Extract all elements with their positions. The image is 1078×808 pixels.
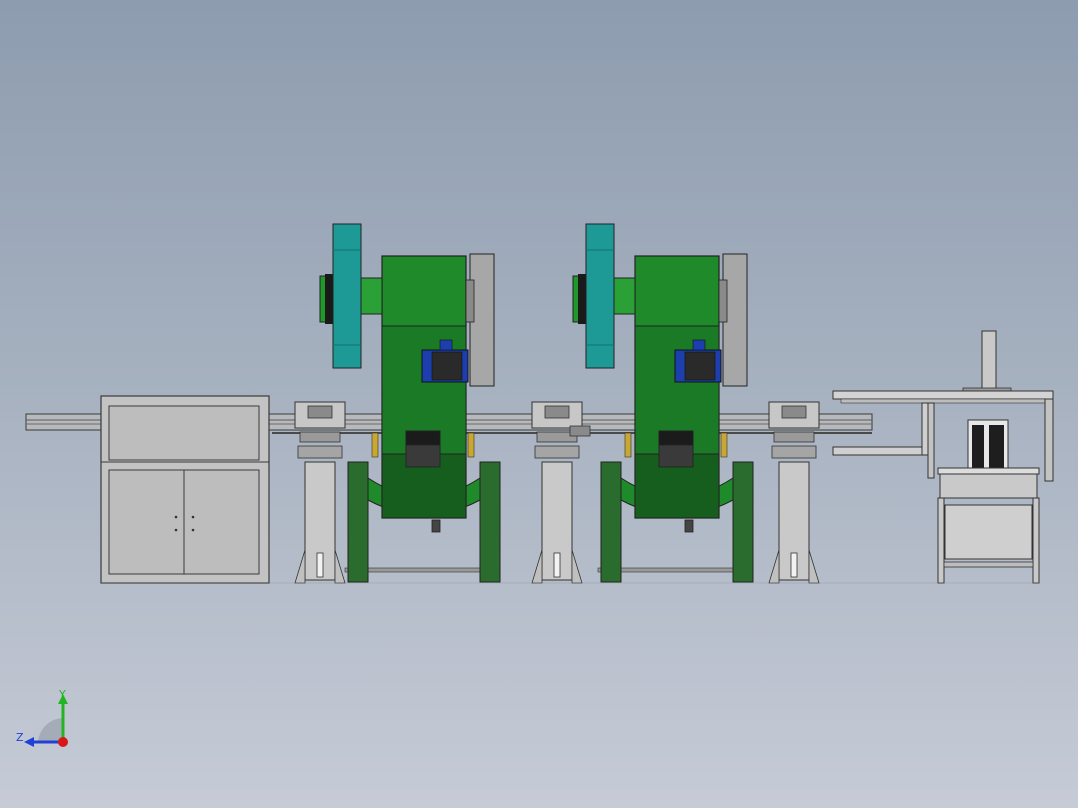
punch-press-2[interactable] [572, 223, 754, 583]
assembly-model[interactable] [0, 0, 1078, 808]
triad-y-label: Y [59, 688, 66, 701]
triad-z-label: Z [16, 731, 24, 744]
graphics-viewport[interactable]: Y Z [0, 0, 1078, 808]
z-axis-arrow-icon [24, 737, 34, 747]
punch-press-1[interactable] [319, 223, 501, 583]
unloading-table[interactable] [832, 330, 1054, 584]
rail-clamp[interactable] [569, 425, 591, 437]
storage-cabinet[interactable] [100, 395, 270, 584]
origin-dot-icon [58, 737, 68, 747]
